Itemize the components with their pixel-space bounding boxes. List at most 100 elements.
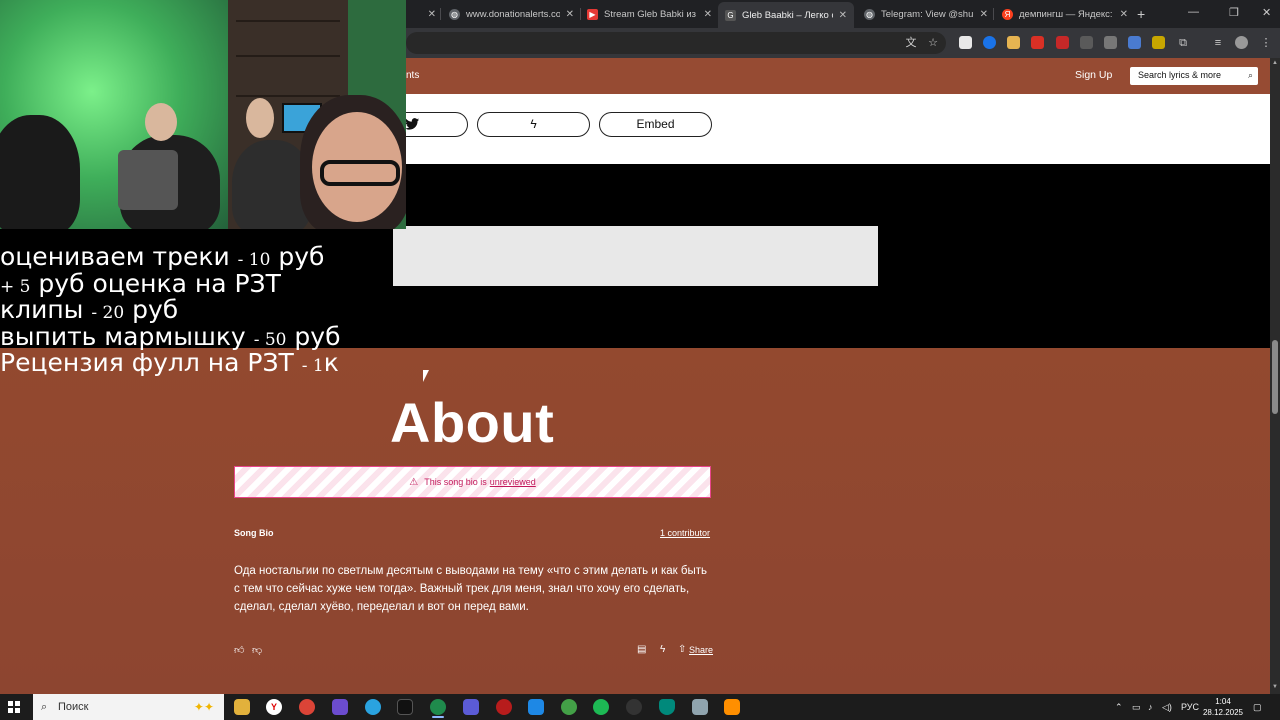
- tab-partial[interactable]: ✕: [406, 3, 436, 25]
- share-icon[interactable]: ⇧: [678, 644, 686, 655]
- price-line: + 5 руб оценка на РЗТ: [0, 268, 281, 298]
- sign-up-link[interactable]: Sign Up: [1075, 69, 1112, 81]
- extension-icon[interactable]: [1031, 36, 1044, 49]
- stream-icon: ▶: [587, 8, 598, 20]
- contributors-link[interactable]: 1 contributor: [660, 528, 710, 538]
- windows-start-icon[interactable]: [8, 701, 20, 713]
- scroll-up-icon[interactable]: ▲: [1271, 60, 1279, 66]
- kebab-menu-icon[interactable]: ⋮: [1259, 36, 1273, 50]
- clock-time: 1:04: [1215, 697, 1231, 706]
- webcam-feed: [0, 0, 406, 229]
- yandex-icon: Я: [1002, 8, 1013, 20]
- song-bio-text: Ода ностальгии по светлым десятым с выво…: [234, 565, 707, 613]
- copilot-sparkle-icon: ✦✦: [193, 700, 214, 714]
- obs-icon[interactable]: [397, 699, 413, 715]
- discord-icon[interactable]: [332, 699, 348, 715]
- face: [145, 103, 177, 141]
- utorrent-icon[interactable]: [561, 699, 577, 715]
- lightning-icon[interactable]: ϟ: [660, 644, 665, 655]
- close-icon[interactable]: ✕: [1120, 9, 1128, 20]
- twitter-icon: [405, 118, 419, 130]
- extension-icon[interactable]: [959, 36, 972, 49]
- extension-icon[interactable]: [1007, 36, 1020, 49]
- microphone: [118, 150, 178, 210]
- microphone-icon[interactable]: ♪: [1148, 694, 1153, 720]
- extension-icon[interactable]: [983, 36, 996, 49]
- file-explorer-icon[interactable]: [234, 699, 250, 715]
- volume-icon[interactable]: ◁): [1162, 694, 1172, 720]
- search-input[interactable]: Search lyrics & more ⌕: [1130, 67, 1258, 85]
- app-icon[interactable]: [626, 699, 642, 715]
- extension-icon[interactable]: [1128, 36, 1141, 49]
- scroll-down-icon[interactable]: ▼: [1271, 684, 1279, 690]
- about-heading: About: [390, 391, 555, 454]
- screen: ✕ ◍ www.donationalerts.com ✕ ▶ Stream Gl…: [0, 0, 1280, 720]
- close-icon[interactable]: ✕: [566, 9, 574, 20]
- taskbar-search[interactable]: ⌕ Поиск ✦✦: [33, 694, 224, 720]
- telegram-icon[interactable]: [365, 699, 381, 715]
- genius-share-button[interactable]: ϟ: [477, 112, 590, 137]
- tab-genius-active[interactable]: G Gleb Baabki – Легко скуч ✕: [718, 2, 854, 28]
- unreviewed-link[interactable]: unreviewed: [490, 477, 536, 487]
- warning-icon: ⚠: [409, 476, 419, 488]
- person: [0, 115, 80, 229]
- minimize-icon[interactable]: —: [1188, 6, 1199, 18]
- tab-stream[interactable]: ▶ Stream Gleb Babki из Мо ✕: [587, 3, 712, 25]
- clock[interactable]: 1:04 28.12.2025: [1200, 696, 1246, 718]
- nav-link[interactable]: nts: [406, 70, 419, 81]
- vlc-icon[interactable]: [724, 699, 740, 715]
- close-icon[interactable]: ✕: [839, 10, 847, 21]
- network-icon[interactable]: ▭: [1132, 694, 1141, 720]
- address-bar[interactable]: 文 ☆: [406, 32, 946, 54]
- globe-icon: ◍: [864, 8, 875, 20]
- tab-label: www.donationalerts.com: [466, 8, 560, 20]
- chevron-up-icon[interactable]: ⌃: [1115, 694, 1123, 720]
- app-icon[interactable]: [496, 699, 512, 715]
- language-indicator[interactable]: РУС: [1181, 694, 1199, 720]
- extension-icon[interactable]: [1080, 36, 1093, 49]
- downvote-icon[interactable]: 👎︎: [252, 644, 262, 656]
- maximize-icon[interactable]: ❐: [1229, 6, 1239, 19]
- comment-icon[interactable]: ▤: [637, 644, 646, 655]
- stream-price-list: оцениваем треки - 10 руб + 5 руб оценка …: [0, 244, 341, 377]
- close-icon[interactable]: ✕: [428, 9, 436, 20]
- spotify-icon[interactable]: [593, 699, 609, 715]
- translate-icon[interactable]: 文: [904, 36, 918, 50]
- app-icon[interactable]: [463, 699, 479, 715]
- clock-date: 28.12.2025: [1202, 708, 1244, 717]
- close-icon[interactable]: ✕: [980, 9, 988, 20]
- close-window-icon[interactable]: ✕: [1262, 6, 1271, 19]
- chrome-icon[interactable]: [299, 699, 315, 715]
- bookmark-star-icon[interactable]: ☆: [926, 36, 940, 50]
- windows-taskbar: ⌕ Поиск ✦✦ Y ⌃ ▭ ♪ ◁) РУС 1:04 28.12.202…: [0, 694, 1280, 720]
- tab-yandex[interactable]: Я демпингш — Яндекс: на ✕: [1002, 3, 1128, 25]
- puzzle-icon[interactable]: ⧉: [1176, 36, 1190, 50]
- upvote-icon[interactable]: 👍︎: [234, 644, 244, 656]
- extension-icon[interactable]: [1152, 36, 1165, 49]
- tab-label: Stream Gleb Babki из Мо: [604, 8, 698, 20]
- scrollbar[interactable]: ▲ ▼: [1270, 58, 1280, 694]
- avatar[interactable]: [1235, 36, 1248, 49]
- notifications-icon[interactable]: ▢: [1253, 694, 1262, 720]
- tab-telegram[interactable]: ◍ Telegram: View @shurab ✕: [864, 3, 988, 25]
- price-line: оцениваем треки - 10 руб: [0, 242, 325, 271]
- embed-button[interactable]: Embed: [599, 112, 712, 137]
- vscode-icon[interactable]: [528, 699, 544, 715]
- app-icon[interactable]: [692, 699, 708, 715]
- extension-icon[interactable]: [1056, 36, 1069, 49]
- unreviewed-warning: ⚠ This song bio is unreviewed: [234, 466, 711, 498]
- share-link[interactable]: Share: [689, 645, 713, 655]
- shield-icon[interactable]: [659, 699, 675, 715]
- camera-icon[interactable]: [1104, 36, 1117, 49]
- scrollbar-thumb[interactable]: [1272, 340, 1278, 414]
- media-controls-icon[interactable]: ≡: [1211, 36, 1225, 50]
- new-tab-button[interactable]: +: [1137, 6, 1145, 22]
- yandex-browser-icon[interactable]: Y: [266, 699, 282, 715]
- search-icon: ⌕: [1247, 70, 1253, 80]
- face: [246, 98, 274, 138]
- chrome-icon[interactable]: [430, 699, 446, 715]
- globe-icon: ◍: [449, 8, 460, 20]
- tab-donationalerts[interactable]: ◍ www.donationalerts.com ✕: [449, 3, 574, 25]
- close-icon[interactable]: ✕: [704, 9, 712, 20]
- tab-label: Telegram: View @shurab: [881, 8, 974, 20]
